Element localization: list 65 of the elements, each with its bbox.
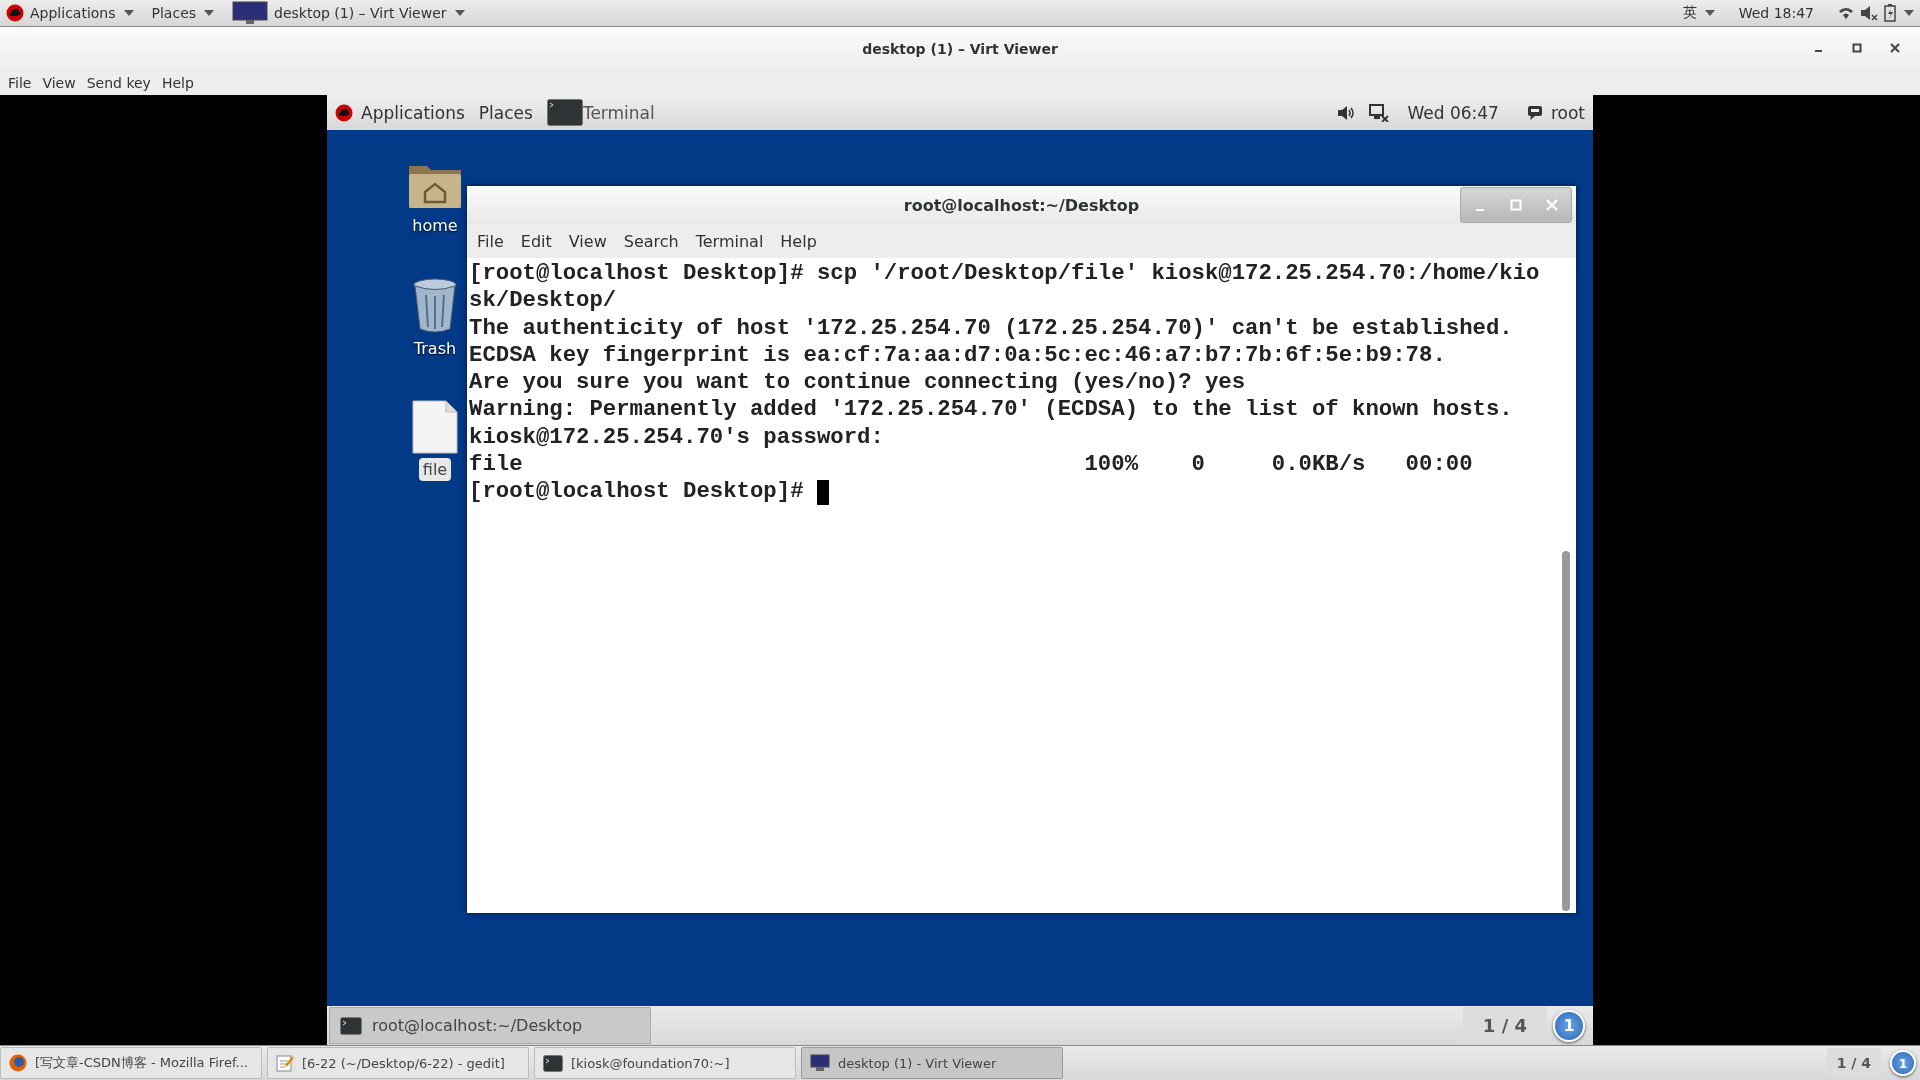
terminal-line: kiosk@172.25.254.70's password: — [469, 423, 885, 452]
notepad-icon — [276, 1054, 294, 1072]
globe-icon — [9, 1054, 27, 1072]
terminal-line: [root@localhost Desktop]# scp '/root/Desktop/file' kiosk@172.25.254.70:/home/kio — [469, 260, 1540, 288]
terminal-line: The authenticity of host '172.25.254.70 (172.25.254.70)' can't be established. — [469, 314, 1513, 342]
menu-item[interactable]: View — [42, 74, 87, 91]
window-title: desktop (1) – Virt Viewer — [862, 40, 1058, 57]
speaker-icon[interactable] — [1337, 104, 1356, 121]
close-icon[interactable] — [1890, 43, 1900, 53]
terminal-line: Warning: Permanently added '172.25.254.70' (ECDSA) to the list of known hosts. — [469, 396, 1513, 424]
task-button[interactable]: desktop (1) - Virt Viewer — [801, 1047, 1063, 1079]
user-menu[interactable]: root — [1526, 102, 1585, 123]
window-menu-button[interactable]: desktop (1) – Virt Viewer — [232, 1, 465, 25]
hat-logo-icon — [6, 4, 24, 22]
terminal-line: file 100% 0 0.0KB/s 00:00 — [469, 451, 1473, 479]
icon-label[interactable]: Trash — [409, 337, 461, 360]
scrollbar[interactable] — [1562, 551, 1570, 911]
menu-item[interactable]: Help — [161, 74, 205, 91]
network-icon[interactable] — [1369, 103, 1390, 122]
menu-item[interactable]: Edit — [520, 231, 563, 251]
menu-button[interactable]: Places — [478, 102, 533, 123]
caret-icon — [1904, 10, 1914, 16]
menu-item[interactable]: Search — [623, 231, 690, 251]
wifi-icon — [1838, 6, 1854, 20]
task-button[interactable]: root@localhost:~/Desktop — [329, 1007, 651, 1044]
caret-icon — [204, 10, 215, 16]
menu-item[interactable]: Help — [780, 231, 828, 251]
hat-logo-icon — [335, 103, 353, 122]
text-cursor — [816, 479, 829, 505]
caret-icon — [454, 10, 465, 16]
clock[interactable]: Wed 06:47 — [1407, 102, 1499, 123]
monitor-icon — [232, 1, 269, 25]
maximize-icon[interactable] — [1852, 43, 1862, 53]
status-menu[interactable] — [1838, 4, 1914, 22]
monitor-icon — [810, 1054, 830, 1072]
caret-icon — [1704, 10, 1715, 16]
caret-icon — [123, 10, 134, 16]
terminal-line: [root@localhost Desktop]# — [469, 478, 805, 506]
menu-item[interactable]: Send key — [86, 74, 162, 91]
menu-button[interactable]: Applications — [6, 4, 134, 22]
menu-button[interactable]: Places — [151, 5, 215, 21]
clock[interactable]: Wed 18:47 — [1738, 5, 1814, 21]
app-button[interactable]: Terminal — [546, 99, 655, 126]
menu-item[interactable]: File — [8, 74, 43, 91]
input-method-button[interactable]: 英 — [1682, 4, 1715, 22]
menu-item[interactable]: View — [568, 231, 618, 251]
terminal-icon — [543, 1054, 563, 1072]
document-icon[interactable] — [412, 400, 458, 454]
menu-item[interactable]: Terminal — [695, 231, 775, 251]
task-button[interactable]: [6-22 (~/Desktop/6-22) - gedit] — [267, 1047, 529, 1079]
icon-label[interactable]: home — [408, 214, 462, 237]
terminal-line: sk/Desktop/ — [469, 287, 617, 315]
menu-item[interactable]: File — [477, 231, 515, 251]
menu-button[interactable]: Applications — [335, 102, 465, 123]
terminal-line: ECDSA key fingerprint is ea:cf:7a:aa:d7:0a:5c:ec:46:a7:b7:7b:6f:5e:b9:78. — [469, 341, 1446, 370]
task-button[interactable]: [写文章-CSDN博客 - Mozilla Firef... — [0, 1047, 262, 1079]
task-button[interactable]: [kiosk@foundation70:~] — [534, 1047, 796, 1079]
icon-label[interactable]: file — [418, 458, 452, 481]
trash-icon[interactable] — [411, 277, 459, 333]
battery-icon — [1884, 4, 1896, 22]
terminal-line: Are you sure you want to continue connecting (yes/no)? yes — [469, 369, 1246, 397]
muted-speaker-icon — [1860, 5, 1878, 21]
window-title: root@localhost:~/Desktop — [903, 195, 1140, 215]
terminal-icon — [340, 1016, 362, 1035]
terminal-icon — [546, 99, 583, 126]
